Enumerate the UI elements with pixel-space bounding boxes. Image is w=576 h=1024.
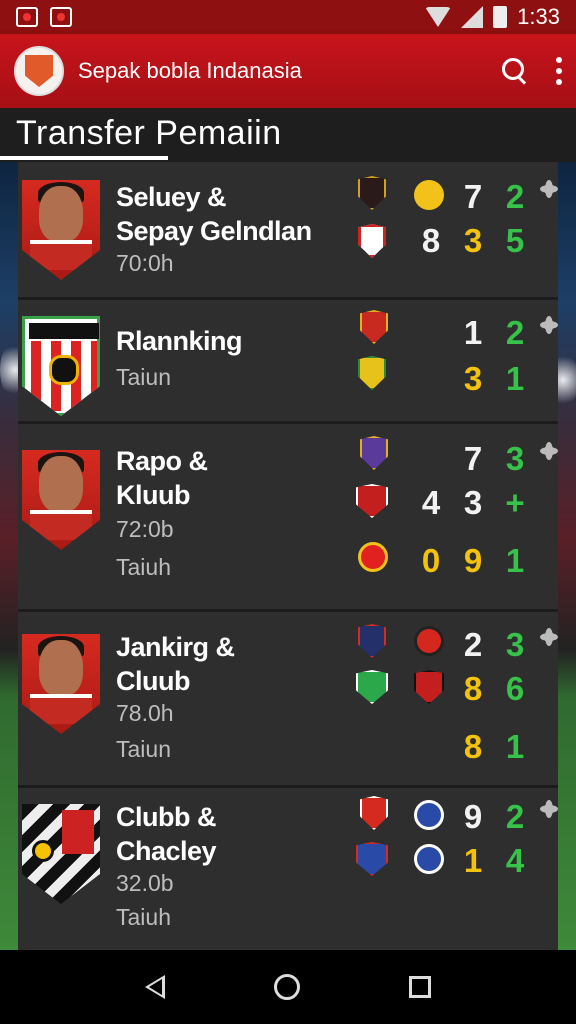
list-item[interactable]: Rapo & Kluub 72:0b Taiuh 7 3 4 3 + 0 9 1 — [18, 424, 558, 612]
crest-badge-yellow-round-icon — [414, 180, 444, 210]
crest-badge-black-gold-icon — [358, 176, 386, 210]
fan-icon — [540, 800, 558, 818]
player-name-line2: Sepay Gelndlan — [116, 216, 312, 246]
player-name-line1: Seluey & — [116, 182, 227, 212]
stat-number: 6 — [505, 670, 525, 707]
fan-icon — [540, 316, 558, 334]
stat-number: 1 — [505, 360, 525, 397]
stat-number: 2 — [505, 178, 525, 215]
stat-number: 2 — [505, 798, 525, 835]
section-header: Transfer Pemaiin — [0, 108, 576, 162]
player-name-line2: Kluub — [116, 480, 190, 510]
crest-badge-yellow-green-icon — [358, 356, 386, 390]
app-logo-icon[interactable] — [14, 46, 64, 96]
stat-number: 8 — [421, 222, 441, 259]
stat-number: 1 — [505, 542, 525, 579]
stat-number: 8 — [463, 728, 483, 765]
stat-number: 0 — [421, 542, 441, 579]
list-item[interactable]: Clubb & Chacley 32.0b Taiuh 9 2 1 4 — [18, 788, 558, 950]
crest-badge-blue-round-2-icon — [414, 844, 444, 874]
crest-badge-red-black-icon — [414, 670, 444, 704]
club-sub: Taiun — [116, 364, 171, 390]
back-icon[interactable] — [144, 975, 165, 999]
fan-icon — [540, 442, 558, 460]
stat-number: 1 — [463, 314, 483, 351]
signal-icon — [461, 6, 484, 28]
stat-number: 9 — [463, 542, 483, 579]
crest-badge-red-white-2-icon — [360, 796, 388, 830]
club-crest — [22, 804, 100, 904]
player-sub: Taiuh — [116, 554, 171, 580]
stat-number: 4 — [505, 842, 525, 879]
stat-number: 2 — [463, 626, 483, 663]
crest-badge-green-white-icon — [356, 670, 388, 704]
club-name-line1: Clubb & — [116, 802, 216, 832]
stat-number: 9 — [463, 798, 483, 835]
stat-number: + — [505, 484, 525, 521]
crest-badge-blue-round-icon — [414, 800, 444, 830]
transfer-list: Seluey & Sepay Gelndlan 70:0h 7 2 8 3 5 … — [18, 162, 558, 950]
crest-badge-red-yellow-round-icon — [358, 542, 388, 572]
player-name-line2: Cluub — [116, 666, 190, 696]
app-title: Sepak bobla Indanasia — [78, 58, 302, 83]
player-avatar — [22, 450, 100, 550]
navigation-bar — [0, 950, 576, 1024]
player-name-line1: Rapo & — [116, 446, 208, 476]
stat-number: 3 — [463, 222, 483, 259]
section-title[interactable]: Transfer Pemaiin — [16, 114, 282, 153]
player-value: 70:0h — [116, 250, 174, 276]
app-bar: Sepak bobla Indanasia — [0, 34, 576, 108]
crest-badge-blue-red-icon — [356, 842, 388, 876]
player-sub: Taiun — [116, 736, 171, 762]
stat-number: 1 — [505, 728, 525, 765]
club-value: 32.0b — [116, 870, 174, 896]
stat-number: 3 — [463, 484, 483, 521]
tab-indicator — [0, 156, 168, 160]
stat-number: 2 — [505, 314, 525, 351]
status-bar: 1:33 — [0, 0, 576, 34]
status-time: 1:33 — [517, 4, 560, 29]
club-crest — [22, 316, 100, 416]
recents-icon[interactable] — [409, 976, 432, 998]
club-sub: Taiuh — [116, 904, 171, 930]
crest-badge-navy-red-icon — [358, 624, 386, 658]
club-name: Rlannking — [116, 326, 243, 356]
stat-number: 1 — [463, 842, 483, 879]
stat-number: 5 — [505, 222, 525, 259]
wifi-icon — [425, 7, 452, 27]
player-value: 78.0h — [116, 700, 174, 726]
notification-icon — [50, 7, 72, 27]
stat-number: 3 — [505, 626, 525, 663]
list-item[interactable]: Jankirg & Cluub 78.0h Taiun 2 3 8 6 8 1 — [18, 612, 558, 788]
crest-badge-red-gold-icon — [360, 310, 388, 344]
player-name-line1: Jankirg & — [116, 632, 235, 662]
stat-number: 8 — [463, 670, 483, 707]
stat-number: 4 — [421, 484, 441, 521]
stat-number: 7 — [463, 178, 483, 215]
fan-icon — [540, 628, 558, 646]
player-avatar — [22, 634, 100, 734]
crest-badge-red-white-icon — [356, 484, 388, 518]
home-icon[interactable] — [273, 974, 300, 1000]
stat-number: 3 — [505, 440, 525, 477]
stat-number: 7 — [463, 440, 483, 477]
notification-icon — [16, 7, 38, 27]
stat-number: 3 — [463, 360, 483, 397]
crest-badge-white-red-icon — [358, 224, 386, 258]
more-options-icon[interactable] — [556, 57, 562, 85]
fan-icon — [540, 180, 558, 198]
crest-badge-red-round-icon — [414, 626, 444, 656]
search-icon[interactable] — [502, 58, 528, 84]
list-item[interactable]: Seluey & Sepay Gelndlan 70:0h 7 2 8 3 5 — [18, 162, 558, 300]
player-avatar — [22, 180, 100, 280]
list-item[interactable]: Rlannking Taiun 1 2 3 1 — [18, 300, 558, 424]
club-name-line2: Chacley — [116, 836, 217, 866]
player-value: 72:0b — [116, 516, 174, 542]
crest-badge-purple-icon — [360, 436, 388, 470]
battery-icon — [493, 6, 508, 28]
